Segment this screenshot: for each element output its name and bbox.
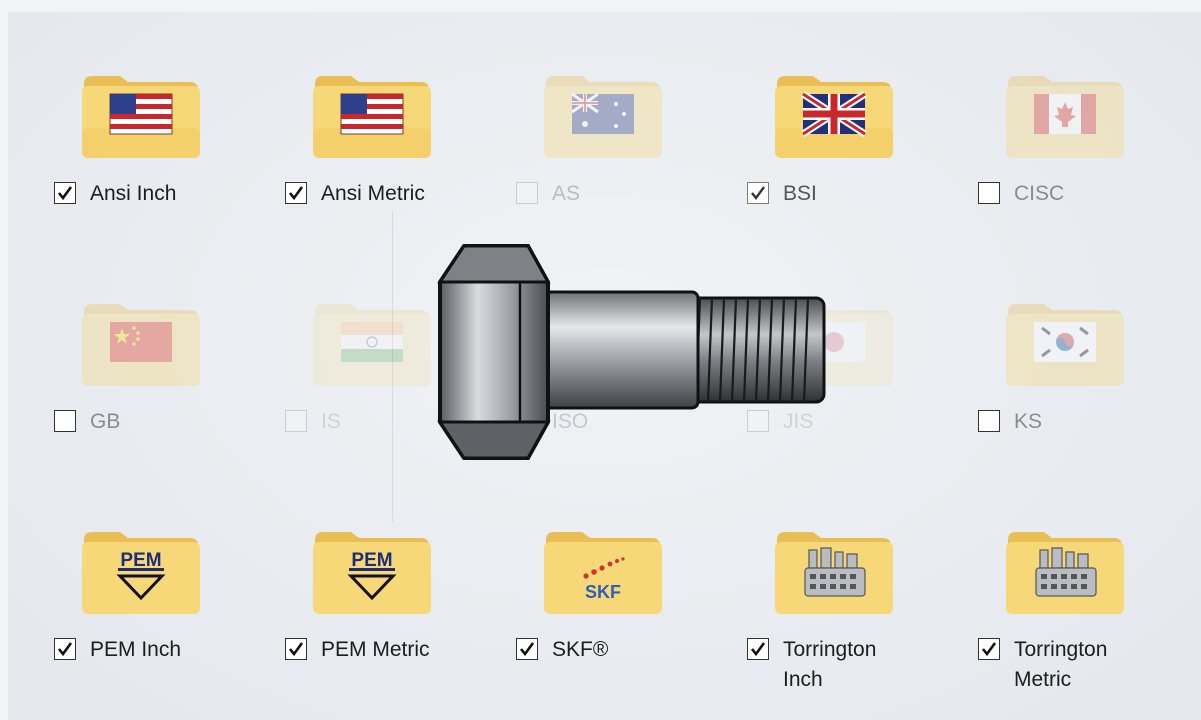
cisc-checkbox[interactable]	[978, 182, 1000, 204]
china-flag-icon	[82, 304, 200, 386]
torrington-metric-label-line2: Metric	[1014, 668, 1072, 691]
standard-skf[interactable]: SKF SKF®	[470, 468, 690, 668]
torrington-inch-checkbox[interactable]	[747, 638, 769, 660]
gb-checkbox[interactable]	[54, 410, 76, 432]
us-flag-icon	[313, 76, 431, 158]
pem-logo-icon: PEM	[82, 532, 200, 614]
ks-checkbox[interactable]	[978, 410, 1000, 432]
is-checkbox	[285, 410, 307, 432]
ansi-metric-checkbox[interactable]	[285, 182, 307, 204]
australia-flag-icon	[544, 76, 662, 158]
standard-torrington-inch[interactable]: Torrington Inch	[701, 468, 921, 691]
check-icon	[750, 642, 766, 657]
skf-checkbox[interactable]	[516, 638, 538, 660]
check-icon	[288, 186, 304, 201]
standard-ks[interactable]: KS	[932, 240, 1152, 440]
bsi-checkbox[interactable]	[747, 182, 769, 204]
standard-ansi-inch[interactable]: Ansi Inch	[8, 12, 228, 212]
factory-icon	[775, 532, 893, 614]
as-label: AS	[552, 182, 581, 205]
standard-gb[interactable]: GB	[8, 240, 228, 440]
torrington-metric-label: Torrington Metric	[1014, 635, 1107, 695]
canada-flag-icon	[1006, 76, 1124, 158]
bolt-icon	[437, 244, 826, 460]
korea-flag-icon	[1006, 304, 1124, 386]
svg-text:PEM: PEM	[120, 550, 161, 571]
svg-text:SKF: SKF	[585, 582, 621, 602]
check-icon	[57, 186, 73, 201]
torrington-metric-checkbox[interactable]	[978, 638, 1000, 660]
bsi-label: BSI	[783, 182, 817, 205]
us-flag-icon	[82, 76, 200, 158]
india-flag-icon	[313, 304, 431, 386]
skf-label: SKF®	[552, 638, 609, 661]
skf-logo-icon: SKF	[544, 532, 662, 614]
cisc-label: CISC	[1014, 182, 1065, 205]
check-icon	[751, 186, 765, 200]
torrington-inch-label-line2: Inch	[783, 668, 823, 691]
pem-metric-checkbox[interactable]	[285, 638, 307, 660]
torrington-inch-label-line1: Torrington	[783, 638, 877, 661]
is-label: IS	[321, 410, 341, 433]
check-icon	[57, 642, 73, 657]
standard-bsi[interactable]: BSI	[701, 12, 921, 212]
standard-as: AS	[470, 12, 690, 212]
standard-ansi-metric[interactable]: Ansi Metric	[239, 12, 459, 212]
standard-cisc[interactable]: CISC	[932, 12, 1152, 212]
standard-pem-inch[interactable]: PEM PEM Inch	[8, 468, 228, 668]
check-icon	[519, 642, 535, 657]
ks-label: KS	[1014, 410, 1043, 433]
factory-icon	[1006, 532, 1124, 614]
check-icon	[981, 642, 997, 657]
standard-torrington-metric[interactable]: Torrington Metric	[932, 468, 1152, 691]
pem-metric-label: PEM Metric	[321, 638, 430, 661]
torrington-metric-label-line1: Torrington	[1014, 638, 1108, 661]
as-checkbox	[516, 182, 538, 204]
standard-is: IS	[239, 240, 459, 440]
pem-inch-checkbox[interactable]	[54, 638, 76, 660]
svg-text:PEM: PEM	[351, 550, 392, 571]
ansi-inch-checkbox[interactable]	[54, 182, 76, 204]
pem-logo-icon: PEM	[313, 532, 431, 614]
standard-pem-metric[interactable]: PEM PEM Metric	[239, 468, 459, 668]
ansi-inch-label: Ansi Inch	[90, 182, 177, 205]
uk-flag-icon	[775, 76, 893, 158]
gb-label: GB	[90, 410, 121, 433]
pem-inch-label: PEM Inch	[90, 638, 182, 661]
torrington-inch-label: Torrington Inch	[783, 635, 876, 695]
check-icon	[288, 642, 304, 657]
ansi-metric-label: Ansi Metric	[321, 182, 425, 205]
